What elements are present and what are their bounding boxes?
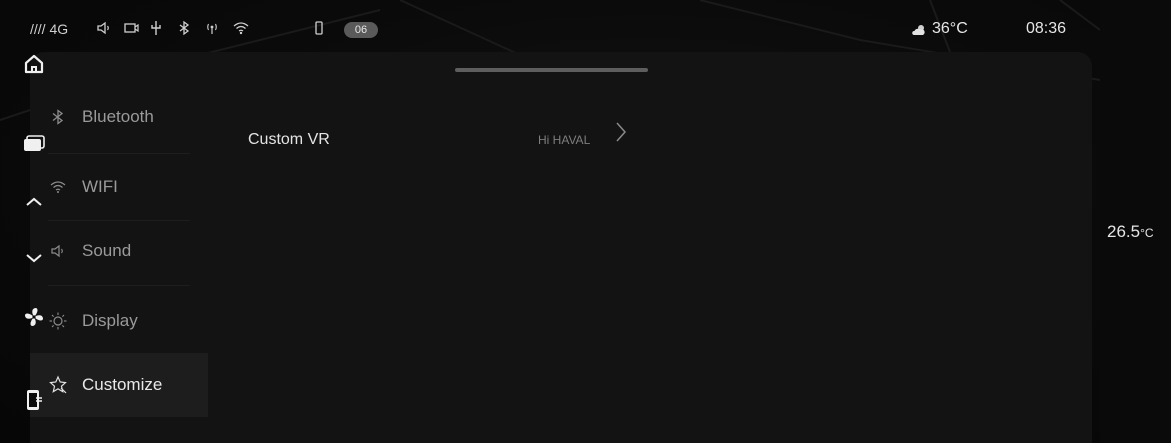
phone-mirror-icon[interactable]: [22, 388, 46, 412]
clock: 08:36: [1026, 20, 1067, 37]
sidebar-item-wifi[interactable]: WIFI: [48, 155, 208, 219]
cabin-temperature: 26.5°C: [1107, 222, 1154, 241]
sidebar-item-sound[interactable]: Sound: [48, 219, 208, 283]
divider: [48, 153, 190, 154]
custom-vr-label: Custom VR: [248, 131, 330, 148]
fan-icon[interactable]: [22, 305, 46, 329]
bluetooth-icon: [175, 19, 193, 37]
wifi-icon: [232, 19, 250, 37]
custom-vr-value[interactable]: Hi HAVAL: [538, 133, 590, 147]
sound-icon: [48, 241, 68, 261]
drag-handle[interactable]: [455, 68, 648, 72]
sidebar-item-customize[interactable]: Customize: [30, 353, 208, 417]
notification-badge[interactable]: 06: [344, 22, 378, 38]
settings-sidebar: Bluetooth WIFI Sound Display Customize: [30, 85, 208, 443]
usb-icon: [147, 19, 165, 37]
divider: [48, 285, 190, 286]
sidebar-item-label: Customize: [82, 375, 163, 394]
hotspot-icon: [203, 19, 221, 37]
cellular-signal: //// 4G: [30, 21, 69, 37]
sidebar-item-display[interactable]: Display: [48, 289, 208, 353]
customize-icon: [48, 375, 68, 395]
volume-icon: [95, 19, 113, 37]
outside-temperature: 36°C: [932, 20, 968, 37]
camera-icon: [122, 19, 140, 37]
sidebar-item-bluetooth[interactable]: Bluetooth: [48, 85, 208, 149]
bluetooth-icon: [48, 107, 68, 127]
status-bar: //// 4G 06 36°C 08:36: [0, 0, 1100, 52]
temp-down-icon[interactable]: [22, 246, 46, 270]
sidebar-item-label: Sound: [82, 241, 132, 260]
brightness-icon: [48, 311, 68, 331]
home-icon[interactable]: [22, 52, 46, 76]
temp-up-icon[interactable]: [22, 190, 46, 214]
sidebar-item-label: Display: [82, 311, 138, 330]
cloudy-weather-icon: [911, 23, 927, 37]
sidebar-item-label: Bluetooth: [82, 107, 154, 126]
wifi-icon: [48, 177, 68, 197]
screens-icon[interactable]: [22, 133, 46, 157]
sidebar-item-label: WIFI: [82, 177, 118, 196]
chevron-right-icon[interactable]: [614, 121, 628, 143]
battery-icon: [310, 19, 328, 37]
